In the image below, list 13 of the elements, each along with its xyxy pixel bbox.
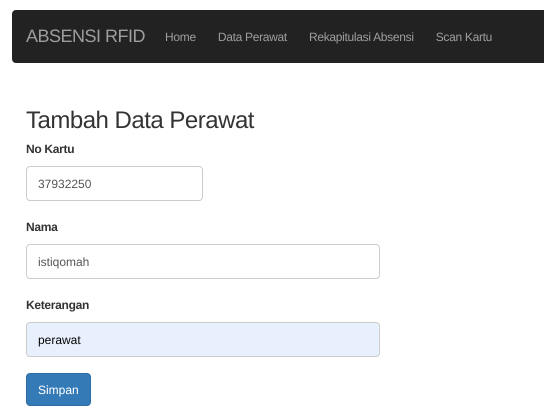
save-button[interactable]: Simpan xyxy=(26,373,91,406)
field-label: Keterangan xyxy=(26,297,90,313)
nav-link[interactable]: Data Perawat xyxy=(218,28,287,46)
field-label: No Kartu xyxy=(26,141,76,157)
input-field[interactable]: istiqomah xyxy=(26,244,380,279)
nav-link[interactable]: Home xyxy=(165,28,196,46)
nav-link[interactable]: Rekapitulasi Absensi xyxy=(308,28,414,46)
page-title: Tambah Data Perawat xyxy=(26,107,256,135)
field-label: Nama xyxy=(26,219,59,235)
brand-link[interactable]: ABSENSI RFID xyxy=(26,23,146,50)
input-field[interactable]: perawat xyxy=(26,322,380,357)
nav-link[interactable]: Scan Kartu xyxy=(436,28,492,46)
input-field[interactable]: 37932250 xyxy=(26,166,203,201)
